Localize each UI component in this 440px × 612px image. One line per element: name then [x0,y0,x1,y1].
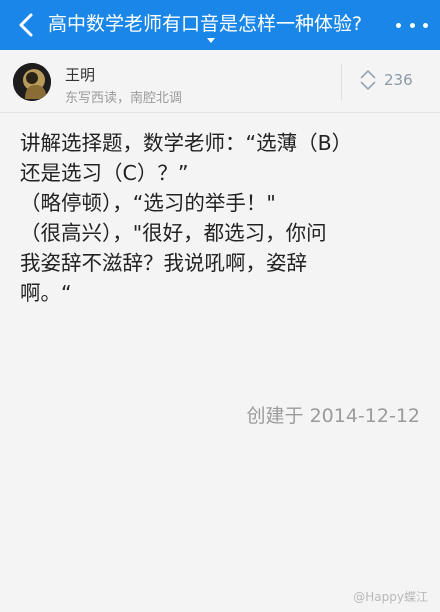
answer-line: 啊。“ [20,281,72,305]
vote-arrows-icon [360,69,376,91]
author-name[interactable]: 王明 [65,64,95,85]
more-button[interactable] [392,12,432,38]
top-bar: 高中数学老师有口音是怎样一种体验? [0,0,440,50]
answer-line: （很高兴），"很好，都选习，你问 [20,221,327,245]
answer-line: 我姿辞不滋辞？我说吼啊，姿辞 [20,251,307,275]
chevron-left-icon [19,13,33,37]
avatar[interactable] [13,63,51,101]
author-bar: 王明 东写西读，南腔北调 236 [0,50,440,113]
answer-line: （略停顿），“选习的举手！" [20,191,276,215]
avatar-image [13,63,51,101]
watermark: @Happy蝶江 [353,590,428,604]
more-dot-icon [423,22,428,28]
more-dot-icon [409,22,415,28]
answer-line: 讲解选择题，数学老师：“选薄（B） [20,131,353,155]
answer-line: 还是选习（C）？” [20,161,189,185]
divider [341,64,342,100]
vote-button[interactable]: 236 [358,68,413,92]
question-title[interactable]: 高中数学老师有口音是怎样一种体验? [48,11,388,37]
back-button[interactable] [8,7,44,43]
author-bio: 东写西读，南腔北调 [65,91,183,106]
answer-body: 讲解选择题，数学老师：“选薄（B） 还是选习（C）？” （略停顿），“选习的举手… [20,128,425,308]
created-date: 创建于 2014-12-12 [246,405,420,427]
title-expand-caret-icon[interactable] [207,38,215,43]
vote-count: 236 [384,71,413,89]
more-dot-icon [396,22,401,28]
